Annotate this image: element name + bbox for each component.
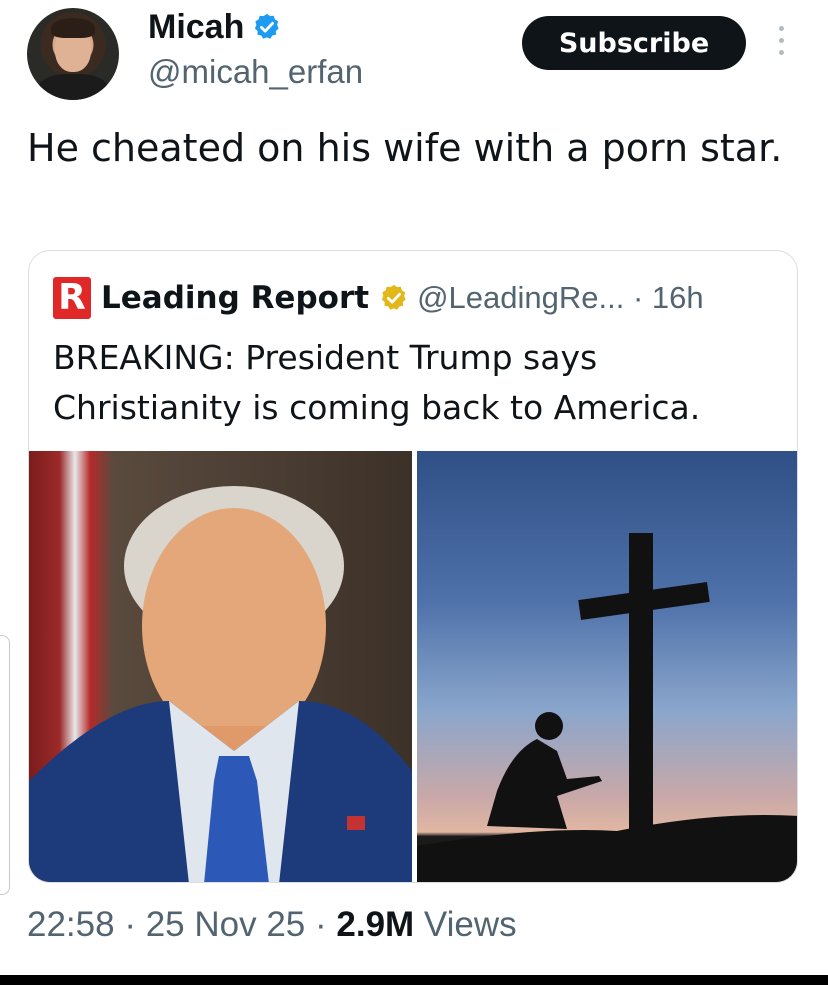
quoted-tweet-time[interactable]: 16h: [652, 280, 704, 316]
author-name[interactable]: Micah: [148, 8, 244, 46]
views-label: Views: [423, 905, 517, 944]
tweet-text: He cheated on his wife with a porn star.: [27, 126, 783, 170]
tweet-date[interactable]: 25 Nov 25: [146, 905, 306, 944]
author-avatar[interactable]: [27, 8, 119, 100]
bottom-bar: [0, 975, 828, 985]
cross-silhouette-illustration: [417, 533, 797, 882]
tweet-time[interactable]: 22:58: [27, 905, 115, 944]
leading-report-logo: R: [53, 277, 91, 319]
views-count: 2.9M: [336, 905, 415, 944]
portrait-photo[interactable]: [29, 451, 412, 882]
side-handle[interactable]: [0, 635, 10, 895]
quoted-account-name[interactable]: Leading Report: [101, 280, 369, 316]
quoted-tweet-header: R Leading Report @LeadingRe... · 16h: [53, 277, 704, 319]
meta-separator: ·: [305, 905, 337, 944]
quoted-tweet-card[interactable]: R Leading Report @LeadingRe... · 16h BRE…: [28, 250, 798, 883]
quoted-separator: ·: [624, 280, 652, 315]
meta-separator: ·: [114, 905, 146, 944]
subscribe-button[interactable]: Subscribe: [522, 16, 746, 70]
avatar-shirt: [37, 74, 109, 100]
avatar-hair: [51, 18, 95, 38]
author-name-row[interactable]: Micah: [148, 8, 282, 46]
gold-verified-badge-icon: [381, 284, 406, 310]
author-handle[interactable]: @micah_erfan: [148, 53, 363, 91]
more-vertical-icon[interactable]: [776, 26, 786, 62]
tweet-metadata: 22:58 · 25 Nov 25 · 2.9M Views: [27, 905, 517, 945]
verified-badge-icon: [255, 13, 279, 39]
quoted-account-handle[interactable]: @LeadingRe...: [417, 280, 624, 316]
cross-prayer-photo[interactable]: [417, 451, 797, 882]
portrait-illustration: [29, 486, 412, 882]
quoted-tweet-text: BREAKING: President Trump says Christian…: [53, 338, 701, 427]
